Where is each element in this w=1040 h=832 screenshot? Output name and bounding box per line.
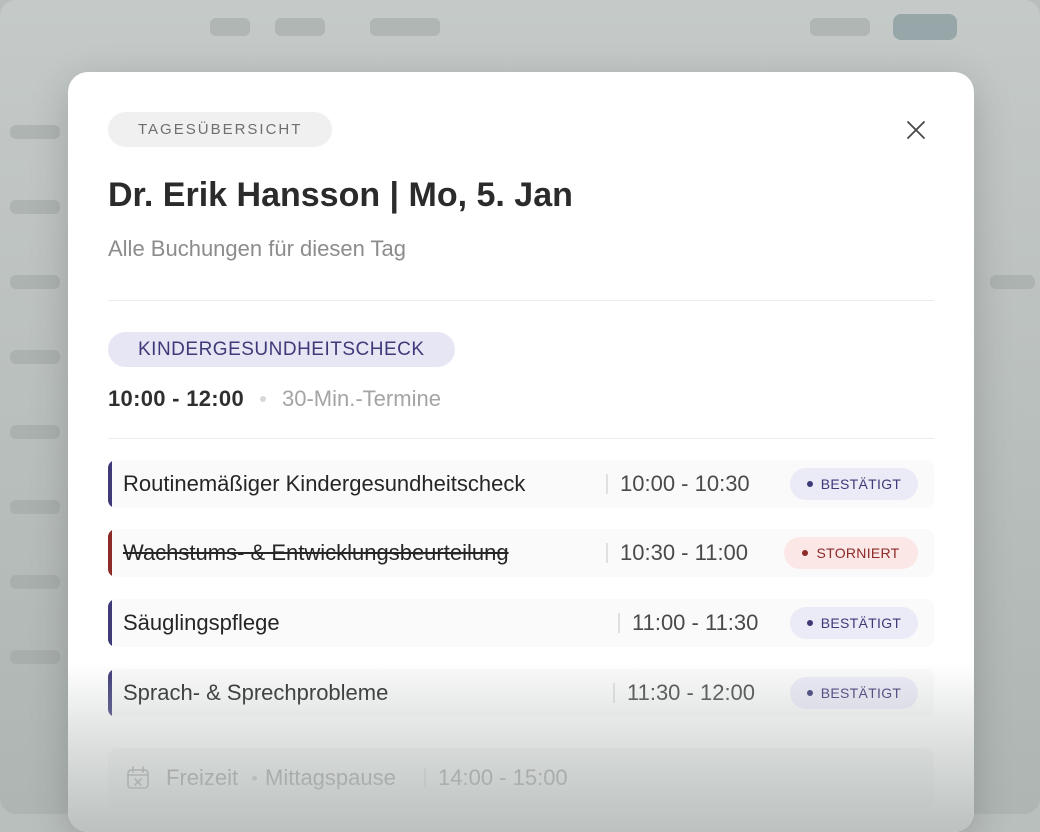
- separator: [606, 543, 608, 563]
- close-button[interactable]: [902, 116, 930, 144]
- calendar-x-icon: [127, 766, 149, 789]
- separator-dot: [260, 396, 266, 402]
- booking-row[interactable]: Sprach- & Sprechprobleme 11:30 - 12:00 B…: [108, 669, 934, 717]
- booking-name: Wachstums- & Entwicklungsbeurteilung: [123, 540, 509, 565]
- booking-time: 11:00 - 11:30: [632, 610, 759, 635]
- separator: [613, 683, 615, 703]
- booking-time: 10:30 - 11:00: [620, 540, 749, 565]
- status-accent-bar: [108, 599, 112, 647]
- status-dot: [802, 550, 809, 556]
- status-accent-bar: [108, 669, 112, 717]
- service-tag: KINDERGESUNDHEITSCHECK: [108, 332, 455, 367]
- modal-title: Dr. Erik Hansson | Mo, 5. Jan: [108, 176, 573, 214]
- divider: [108, 300, 934, 301]
- booking-time: 11:30 - 12:00: [627, 680, 756, 705]
- modal-tag: TAGESÜBERSICHT: [108, 112, 333, 147]
- divider: [108, 438, 934, 439]
- status-badge: BESTÄTIGT: [790, 607, 918, 639]
- status-badge: BESTÄTIGT: [790, 468, 918, 500]
- status-badge: STORNIERT: [784, 537, 918, 569]
- booking-time: 10:00 - 10:30: [620, 471, 750, 496]
- booking-name: Sprach- & Sprechprobleme: [123, 680, 389, 705]
- free-time-reason: Mittagspause: [265, 765, 396, 790]
- slot-length: 30-Min.-Termine: [282, 386, 441, 411]
- close-icon: [907, 121, 925, 139]
- day-overview-modal: TAGESÜBERSICHT Dr. Erik Hansson | Mo, 5.…: [68, 72, 974, 832]
- separator: [606, 474, 608, 494]
- separator: [424, 768, 426, 788]
- separator: [618, 613, 620, 633]
- free-time-block[interactable]: Freizeit Mittagspause 14:00 - 15:00: [108, 748, 934, 808]
- status-label: BESTÄTIGT: [820, 476, 902, 492]
- status-dot: [806, 620, 813, 626]
- booking-row[interactable]: Wachstums- & Entwicklungsbeurteilung 10:…: [108, 529, 934, 577]
- booking-row[interactable]: Routinemäßiger Kindergesundheitscheck 10…: [108, 460, 934, 508]
- session-time: 10:00 - 12:00 30-Min.-Termine: [108, 386, 441, 412]
- status-accent-bar: [108, 529, 112, 577]
- status-label: BESTÄTIGT: [820, 685, 902, 701]
- free-time-label: Freizeit: [166, 765, 239, 790]
- status-accent-bar: [108, 460, 112, 508]
- booking-name: Routinemäßiger Kindergesundheitscheck: [123, 471, 526, 496]
- status-dot: [806, 481, 813, 487]
- status-badge: BESTÄTIGT: [790, 677, 918, 709]
- session-time-range: 10:00 - 12:00: [108, 386, 244, 411]
- status-label: BESTÄTIGT: [820, 615, 902, 631]
- booking-row[interactable]: Säuglingspflege 11:00 - 11:30 BESTÄTIGT: [108, 599, 934, 647]
- status-label: STORNIERT: [816, 545, 900, 561]
- separator-dot: [252, 776, 257, 781]
- status-dot: [806, 690, 813, 696]
- booking-name: Säuglingspflege: [123, 610, 280, 635]
- modal-subtitle: Alle Buchungen für diesen Tag: [108, 236, 407, 261]
- free-time-time: 14:00 - 15:00: [438, 765, 568, 790]
